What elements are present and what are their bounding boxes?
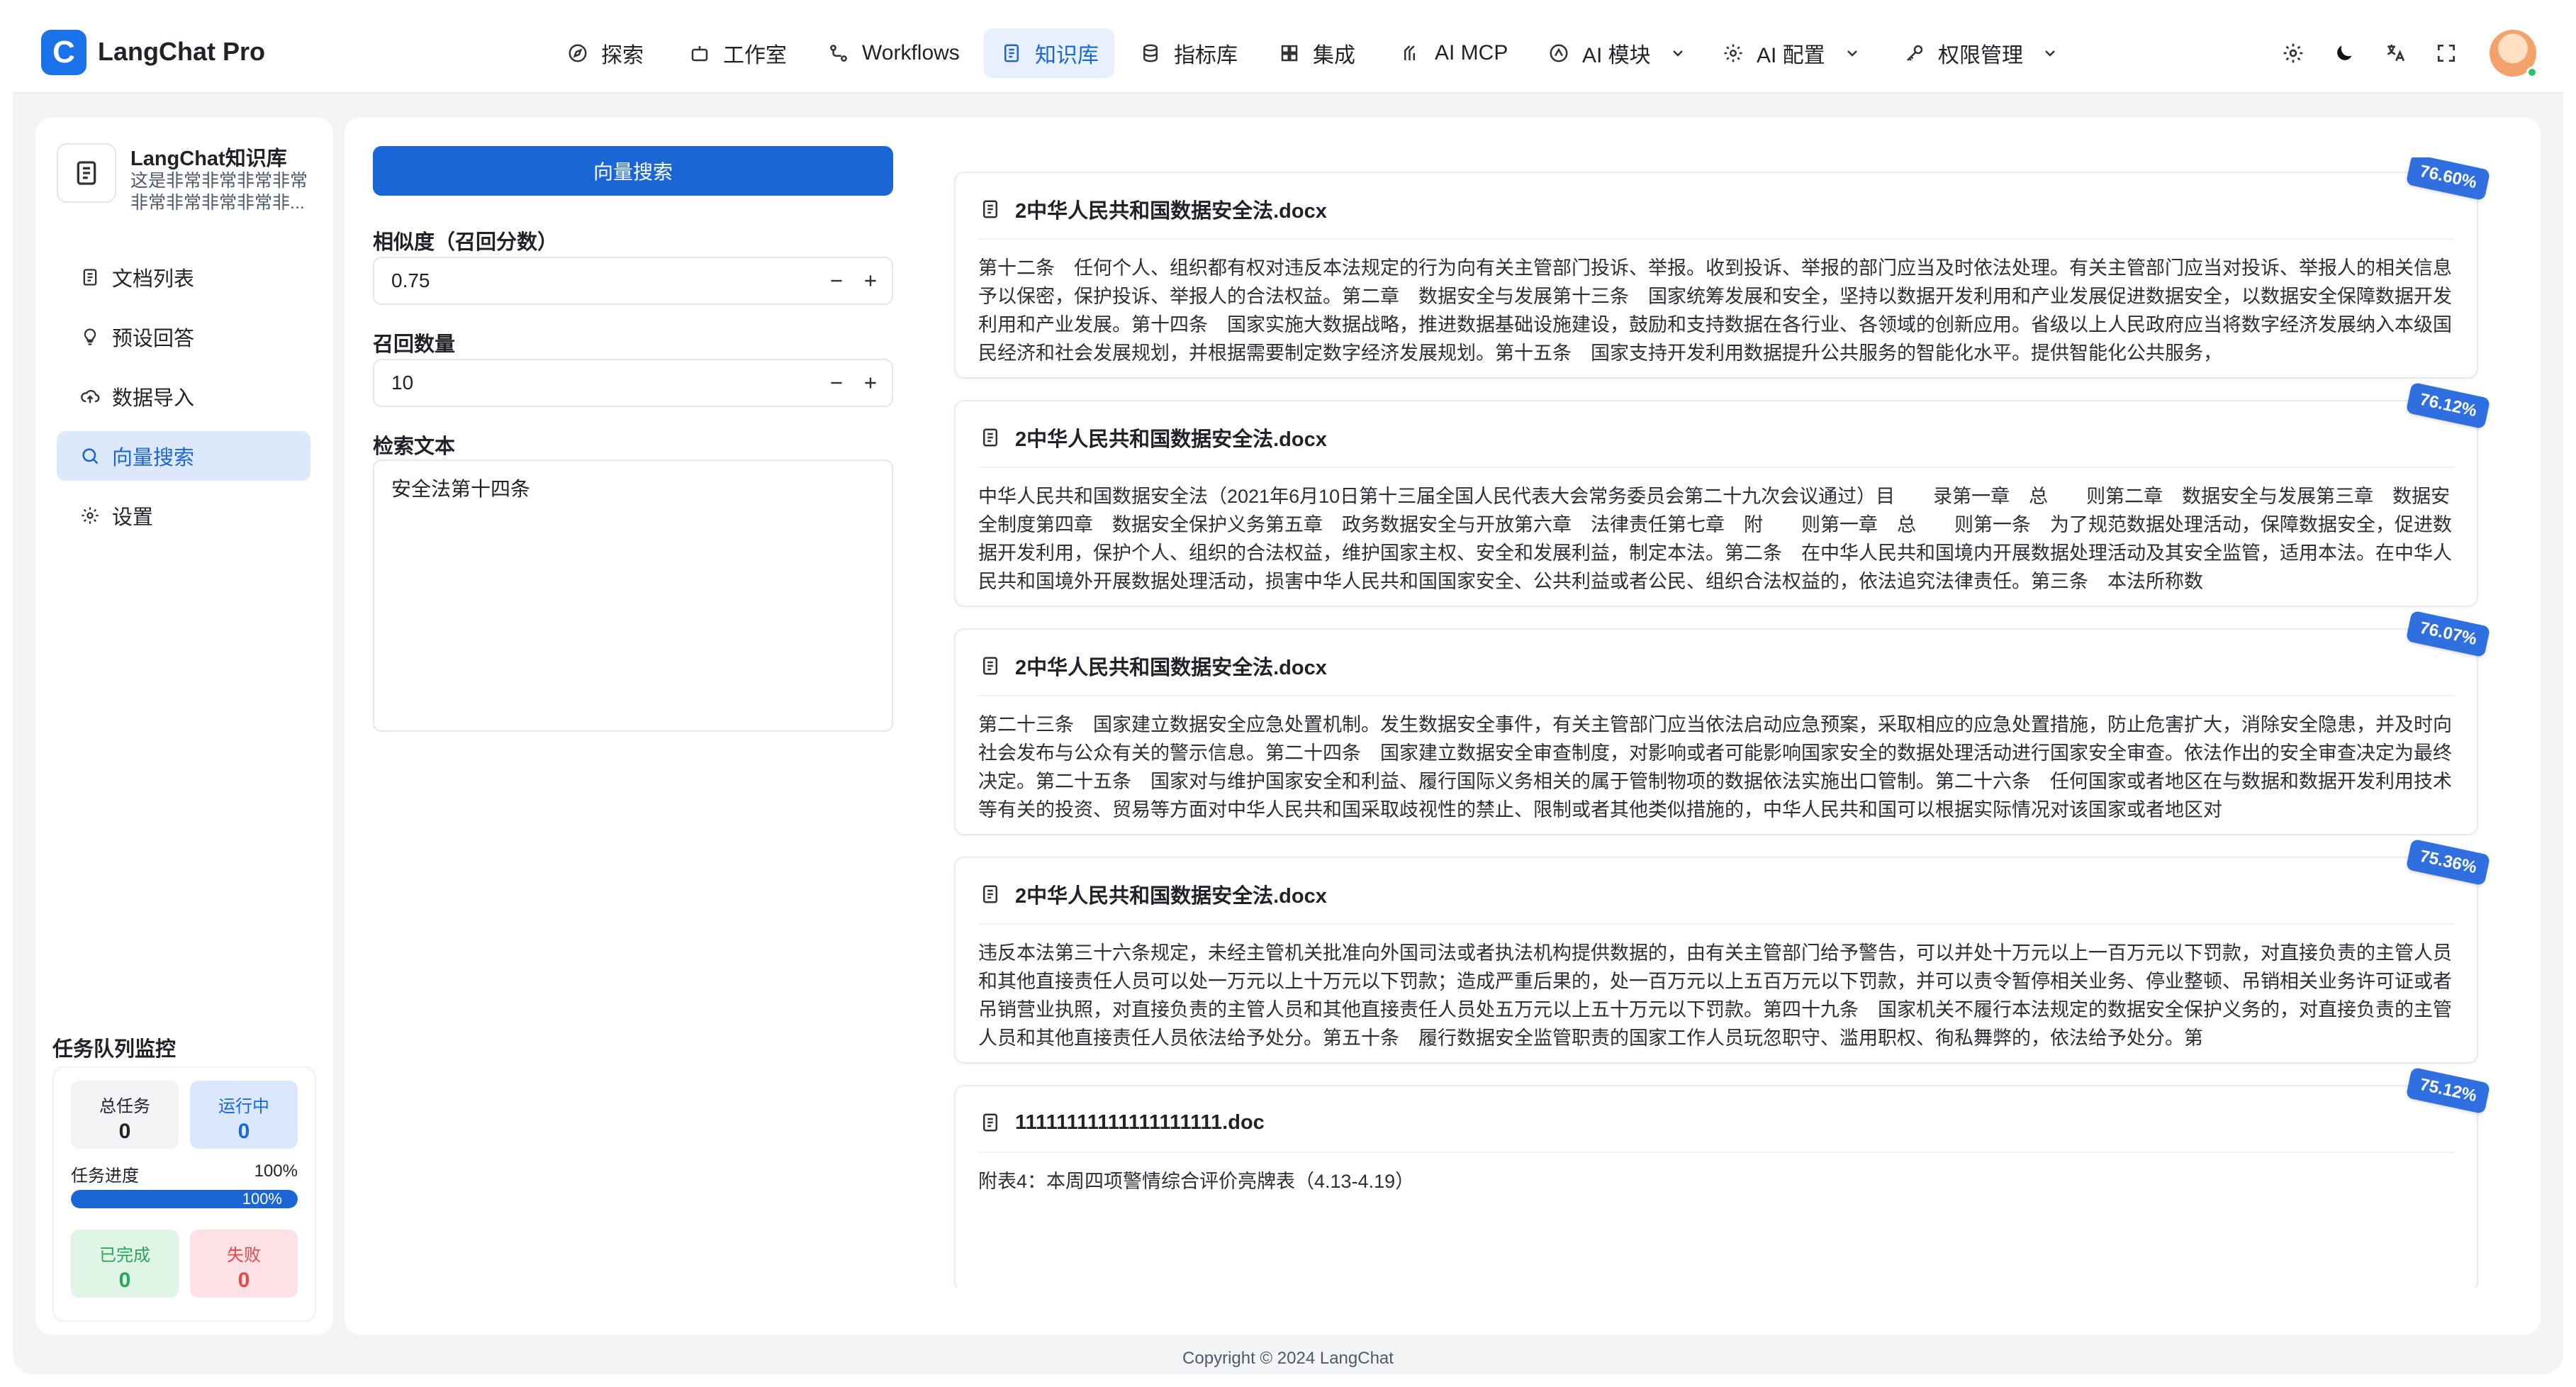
sidebar-item-data-import[interactable]: 数据导入 [57,372,310,421]
score-badge: 76.12% [2405,381,2491,430]
recall-count-label: 召回数量 [373,333,456,356]
footer-copyright: Copyright © 2024 LangChat [1182,1349,1394,1368]
result-title: 2中华人民共和国数据安全法.docx [1015,200,1327,223]
nav-item-explore[interactable]: 探索 [550,28,659,78]
score-badge: 75.36% [2405,838,2491,886]
kb-name: LangChat知识库 [130,147,287,170]
queue-monitor: 总任务 0 运行中 0 任务进度 100% 100% 已完成 0 失败 0 [52,1066,316,1322]
lightbulb-icon [78,325,102,349]
mcp-icon [1399,41,1423,65]
plus-icon[interactable] [858,370,883,396]
knowledge-sidebar: LangChat知识库 这是非常非常非常非常非常非常非常非常非... 文档列表 … [35,118,333,1335]
workflow-icon [827,41,851,65]
result-card[interactable]: 2中华人民共和国数据安全法.docx 第十二条 任何个人、组织都有权对违反本法规… [954,157,2491,379]
nav-item-metrics[interactable]: 指标库 [1123,28,1253,78]
book-icon [999,41,1024,65]
app-logo[interactable]: C [41,30,86,75]
chevron-down-icon [2042,45,2059,62]
online-status-dot [2526,67,2538,78]
nav-item-integration[interactable]: 集成 [1262,28,1371,78]
vector-search-panel: 向量搜索 相似度（召回分数） 0.75 召回数量 10 检索文本 安全法第十四条… [345,118,2541,1335]
nav-item-knowledge[interactable]: 知识库 [984,28,1114,78]
similarity-input[interactable]: 0.75 [373,257,893,305]
result-card[interactable]: 2中华人民共和国数据安全法.docx 违反本法第三十六条规定，未经主管机关批准向… [954,838,2491,1064]
similarity-label: 相似度（召回分数） [373,231,559,254]
nav-item-ai-module[interactable]: AI 模块 [1531,28,1702,78]
grid-icon [1277,41,1301,65]
stat-completed-tasks: 已完成 0 [71,1230,179,1298]
nav-item-permissions[interactable]: 权限管理 [1887,28,2074,78]
document-icon [978,654,1002,678]
book-icon [57,143,116,203]
fullscreen-icon[interactable] [2433,40,2460,67]
score-badge: 76.07% [2405,610,2491,658]
score-badge: 76.60% [2405,157,2491,201]
result-content: 附表4：本周四项警情综合评价亮牌表（4.13-4.19） [978,1171,1415,1192]
minus-icon[interactable] [824,370,849,396]
search-results: 2中华人民共和国数据安全法.docx 第十二条 任何个人、组织都有权对违反本法规… [940,157,2521,1288]
result-title: 2中华人民共和国数据安全法.docx [1015,428,1327,451]
translate-icon[interactable] [2382,40,2409,67]
result-card[interactable]: 2中华人民共和国数据安全法.docx 第二十三条 国家建立数据安全应急处置机制。… [954,610,2491,835]
nav-item-ai-config[interactable]: AI 配置 [1706,28,1876,78]
task-progress-fill: 100% [71,1190,298,1208]
document-icon [978,425,1002,450]
result-title: 11111111111111111111.doc [1015,1110,1265,1134]
nav-item-studio[interactable]: 工作室 [672,28,802,78]
queue-monitor-title: 任务队列监控 [52,1038,177,1061]
search-icon [78,444,102,468]
cloud-upload-icon [78,384,102,408]
result-card[interactable]: 2中华人民共和国数据安全法.docx 中华人民共和国数据安全法（2021年6月1… [954,381,2491,607]
app-window: C LangChat Pro 探索 工作室 Workflows 知识库 指标库 [13,13,2563,1374]
nav-item-ai-mcp[interactable]: AI MCP [1384,28,1523,78]
kb-info-card: LangChat知识库 这是非常非常非常非常非常非常非常非常非... [57,139,312,231]
key-icon [1903,41,1927,65]
result-content: 违反本法第三十六条规定，未经主管机关批准向外国司法或者执法机构提供数据的，由有关… [978,942,2452,1049]
document-icon [78,265,102,289]
sidebar-item-preset-answers[interactable]: 预设回答 [57,312,310,362]
search-text-label: 检索文本 [373,435,456,458]
task-progress-bar: 100% [71,1190,298,1208]
app-title[interactable]: LangChat Pro [98,37,265,67]
vector-search-button[interactable]: 向量搜索 [373,146,893,196]
result-content: 中华人民共和国数据安全法（2021年6月10日第十三届全国人民代表大会常务委员会… [978,486,2452,592]
stat-running-tasks: 运行中 0 [190,1081,298,1149]
dark-mode-icon[interactable] [2331,40,2358,67]
database-icon [1138,41,1163,65]
document-icon [978,882,1002,906]
result-content: 第二十三条 国家建立数据安全应急处置机制。发生数据安全事件，有关主管部门应当依法… [978,714,2452,820]
sidebar-item-documents[interactable]: 文档列表 [57,252,310,302]
settings-icon[interactable] [2280,40,2307,67]
result-title: 2中华人民共和国数据安全法.docx [1015,885,1327,908]
gear-icon [1721,41,1745,65]
kb-description: 这是非常非常非常非常非常非常非常非常非... [130,171,308,213]
minus-icon[interactable] [824,268,849,294]
chevron-down-icon [1669,45,1686,62]
plus-icon[interactable] [858,268,883,294]
gear-icon [78,503,102,528]
sidebar-menu: 文档列表 预设回答 数据导入 向量搜索 设置 [57,252,310,550]
top-navbar: C LangChat Pro 探索 工作室 Workflows 知识库 指标库 [13,13,2563,94]
task-progress-label: 任务进度 [71,1166,139,1186]
robot-icon [688,41,712,65]
stat-total-tasks: 总任务 0 [71,1081,179,1149]
stat-failed-tasks: 失败 0 [190,1230,298,1298]
task-progress-percent: 100% [254,1162,298,1181]
search-text-input[interactable]: 安全法第十四条 [373,459,893,732]
module-icon [1547,41,1571,65]
recall-count-input[interactable]: 10 [373,359,893,407]
sidebar-item-vector-search[interactable]: 向量搜索 [57,431,310,481]
result-content: 第十二条 任何个人、组织都有权对违反本法规定的行为向有关主管部门投诉、举报。收到… [978,257,2452,364]
result-title: 2中华人民共和国数据安全法.docx [1015,657,1327,679]
chevron-down-icon [1844,45,1861,62]
document-icon [978,197,1002,221]
document-icon [978,1110,1002,1135]
nav-item-workflows[interactable]: Workflows [811,28,975,78]
sidebar-item-settings[interactable]: 设置 [57,491,310,540]
compass-icon [566,41,590,65]
score-badge: 75.12% [2405,1066,2491,1115]
result-card[interactable]: 11111111111111111111.doc 附表4：本周四项警情综合评价亮… [954,1066,2491,1288]
